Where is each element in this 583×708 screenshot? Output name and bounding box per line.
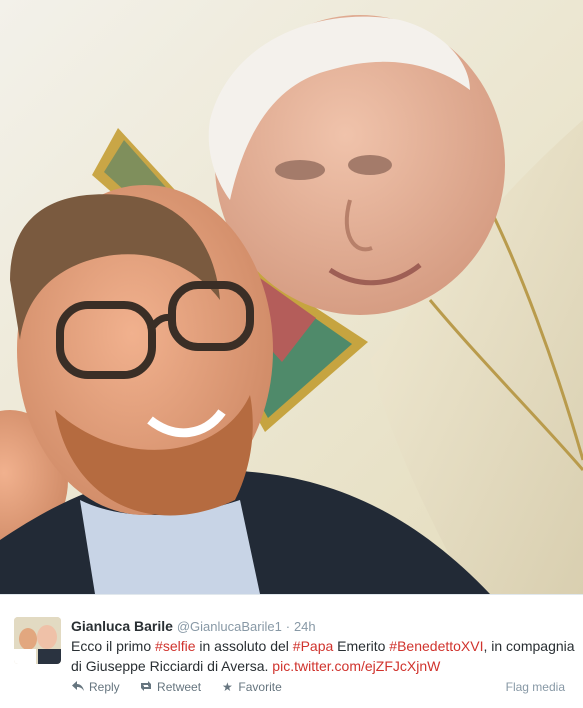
avatar[interactable] xyxy=(14,617,61,664)
retweet-icon xyxy=(139,678,153,696)
flag-media-link[interactable]: Flag media xyxy=(506,678,565,696)
reply-icon xyxy=(71,678,85,696)
retweet-button[interactable]: Retweet xyxy=(139,678,201,696)
tweet-header: Gianluca Barile @GianlucaBarile1 · 24h xyxy=(71,617,571,635)
text-segment: Ecco il primo xyxy=(71,638,156,654)
hashtag-papa[interactable]: #Papa xyxy=(293,638,333,654)
separator: · xyxy=(285,619,291,634)
tweet-actions: Reply Retweet ★ Favorite xyxy=(71,678,298,696)
tweet-text: Ecco il primo #selfie in assoluto del #P… xyxy=(71,636,576,676)
text-segment: Emerito xyxy=(333,638,390,654)
hashtag-benedettoxvi[interactable]: #BenedettoXVI xyxy=(389,638,483,654)
reply-button[interactable]: Reply xyxy=(71,678,120,696)
star-icon: ★ xyxy=(222,680,233,694)
timestamp[interactable]: 24h xyxy=(294,619,316,634)
tweet-photo[interactable] xyxy=(0,0,583,594)
hashtag-selfie[interactable]: #selfie xyxy=(155,638,195,654)
reply-label: Reply xyxy=(89,680,120,694)
fullname[interactable]: Gianluca Barile xyxy=(71,618,173,634)
username[interactable]: @GianlucaBarile1 xyxy=(177,619,282,634)
avatar-image xyxy=(14,617,61,664)
retweet-label: Retweet xyxy=(157,680,202,694)
selfie-image xyxy=(0,0,583,594)
media-link[interactable]: pic.twitter.com/ejZFJcXjnW xyxy=(272,658,440,674)
favorite-label: Favorite xyxy=(238,680,282,694)
favorite-button[interactable]: ★ Favorite xyxy=(220,678,282,696)
text-segment: in assoluto del xyxy=(195,638,293,654)
tweet-card: Gianluca Barile @GianlucaBarile1 · 24h E… xyxy=(0,594,583,708)
